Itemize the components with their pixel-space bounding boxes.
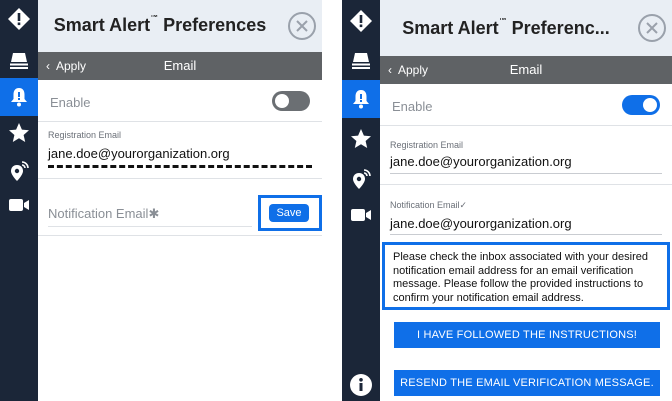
close-icon xyxy=(296,20,308,32)
left-panel: Smart Alert™ Preferences ‹ Apply Email E… xyxy=(0,0,322,401)
rail-location-button[interactable] xyxy=(342,160,380,198)
notification-email-underline xyxy=(48,226,252,227)
notification-email-underline xyxy=(390,234,662,235)
location-signal-icon xyxy=(353,169,371,189)
preferences-content: Smart Alert™ Preferences ‹ Apply Email E… xyxy=(38,0,322,401)
enable-toggle[interactable] xyxy=(622,95,660,115)
bell-icon xyxy=(11,88,27,107)
stack-icon xyxy=(10,53,28,69)
toggle-knob xyxy=(643,98,657,112)
page-title: Smart Alert™ Preferenc... xyxy=(402,18,610,38)
sub-navigation-bar: ‹ Apply Email xyxy=(380,56,672,84)
enable-label: Enable xyxy=(50,95,91,110)
subbar-title: Email xyxy=(163,58,197,73)
sub-navigation-bar: ‹ Apply Email xyxy=(38,52,322,80)
rail-video-button[interactable] xyxy=(0,186,38,224)
side-rail xyxy=(0,0,38,401)
alert-diamond-icon xyxy=(8,8,30,30)
enable-row: Enable xyxy=(38,82,322,122)
preferences-content: Smart Alert™ Preferenc... ‹ Apply Email … xyxy=(380,0,672,401)
rail-favorites-button[interactable] xyxy=(342,120,380,158)
enable-toggle[interactable] xyxy=(272,91,310,111)
registration-email-value[interactable]: jane.doe@yourorganization.org xyxy=(48,146,230,161)
registration-email-underline xyxy=(390,173,662,174)
enable-label: Enable xyxy=(392,99,433,114)
info-icon xyxy=(350,374,372,396)
rail-alerts-button[interactable] xyxy=(0,0,38,38)
registration-email-underline xyxy=(48,165,312,168)
close-button[interactable] xyxy=(638,14,666,42)
side-rail xyxy=(342,0,380,401)
preferences-header: Smart Alert™ Preferences xyxy=(38,0,322,52)
rail-notifications-button[interactable] xyxy=(0,78,38,116)
star-icon xyxy=(9,123,29,142)
save-highlight: Save xyxy=(258,195,322,231)
registration-email-label: Registration Email xyxy=(48,130,122,140)
video-camera-icon xyxy=(351,209,371,221)
verification-message: Please check the inbox associated with y… xyxy=(393,251,648,304)
rail-stack-button[interactable] xyxy=(342,42,380,80)
page-title: Smart Alert™ Preferences xyxy=(53,15,267,35)
panel-divider xyxy=(322,0,342,401)
stack-icon xyxy=(352,53,370,69)
bell-icon xyxy=(353,90,369,109)
divider xyxy=(38,178,322,179)
divider xyxy=(38,235,322,236)
video-camera-icon xyxy=(9,199,29,211)
resend-verification-button[interactable]: RESEND THE EMAIL VERIFICATION MESSAGE. xyxy=(394,370,660,396)
alert-diamond-icon xyxy=(350,10,372,32)
save-button[interactable]: Save xyxy=(269,204,309,222)
notification-email-input[interactable]: Notification Email✱ xyxy=(48,206,159,222)
star-icon xyxy=(351,129,371,148)
verified-check-icon: ✓ xyxy=(459,200,468,210)
enable-row: Enable xyxy=(380,86,672,126)
registration-email-label: Registration Email xyxy=(390,140,464,150)
close-icon xyxy=(646,22,658,34)
rail-location-button[interactable] xyxy=(0,152,38,190)
followed-instructions-button[interactable]: I HAVE FOLLOWED THE INSTRUCTIONS! xyxy=(394,322,660,348)
notification-email-value[interactable]: jane.doe@yourorganization.org xyxy=(390,216,572,231)
toggle-knob xyxy=(275,94,289,108)
rail-favorites-button[interactable] xyxy=(0,114,38,152)
notification-email-label: Notification Email✓ xyxy=(390,200,468,210)
rail-notifications-button[interactable] xyxy=(342,80,380,118)
registration-email-value[interactable]: jane.doe@yourorganization.org xyxy=(390,154,572,169)
rail-video-button[interactable] xyxy=(342,196,380,234)
location-signal-icon xyxy=(11,161,29,181)
rail-alerts-button[interactable] xyxy=(342,2,380,40)
divider xyxy=(380,184,672,185)
right-panel: Smart Alert™ Preferenc... ‹ Apply Email … xyxy=(342,0,672,401)
subbar-title: Email xyxy=(509,62,543,77)
rail-info-button[interactable] xyxy=(342,366,380,401)
verification-message-box: Please check the inbox associated with y… xyxy=(382,242,670,310)
preferences-header: Smart Alert™ Preferenc... xyxy=(380,0,672,56)
rail-stack-button[interactable] xyxy=(0,42,38,80)
close-button[interactable] xyxy=(288,12,316,40)
